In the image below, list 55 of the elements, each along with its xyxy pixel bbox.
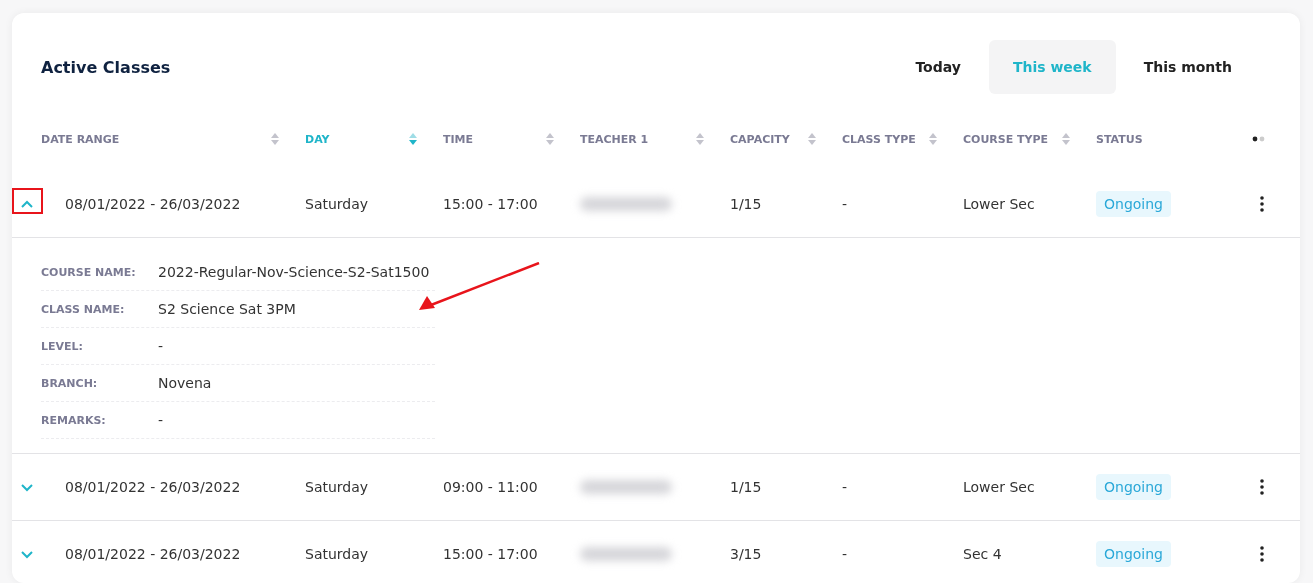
- sort-icon[interactable]: [409, 133, 417, 145]
- status-badge: Ongoing: [1096, 474, 1171, 500]
- detail-value: -: [158, 338, 165, 354]
- table-cell-text: Lower Sec: [963, 479, 1036, 495]
- detail-value: 2022-Regular-Nov-Science-S2-Sat1500: [158, 264, 431, 280]
- table-cell-text: 1/15: [730, 196, 763, 212]
- detail-label: REMARKS:: [41, 413, 107, 427]
- chevron-down-icon[interactable]: [20, 549, 33, 559]
- detail-label: CLASS NAME:: [41, 302, 126, 316]
- column-header[interactable]: DATE RANGE: [41, 132, 120, 146]
- period-tab[interactable]: This month: [1119, 40, 1256, 94]
- highlight-frame: [12, 188, 43, 214]
- sort-icon[interactable]: [271, 133, 279, 145]
- table-cell-text: Sec 4: [963, 546, 1003, 562]
- sort-icon[interactable]: [546, 133, 554, 145]
- table-cell-text: Saturday: [305, 479, 370, 495]
- table-cell-text: 08/01/2022 - 26/03/2022: [64, 479, 242, 495]
- table-cell-text: Saturday: [305, 546, 370, 562]
- table-cell-text: Saturday: [305, 196, 370, 212]
- column-header[interactable]: TEACHER 1: [580, 132, 649, 146]
- table-cell-text: 08/01/2022 - 26/03/2022: [64, 546, 242, 562]
- column-header[interactable]: DAY: [305, 132, 330, 146]
- column-header[interactable]: TIME: [443, 132, 474, 146]
- chevron-up-icon[interactable]: [20, 199, 33, 209]
- sort-icon[interactable]: [929, 133, 937, 145]
- detail-value: -: [158, 412, 165, 428]
- status-badge: Ongoing: [1096, 191, 1171, 217]
- period-tab[interactable]: Today: [891, 40, 985, 94]
- column-header[interactable]: CLASS TYPE: [842, 132, 916, 146]
- detail-label: BRANCH:: [41, 376, 99, 390]
- table-cell-text: 1/15: [730, 479, 763, 495]
- table-cell-text: 15:00 - 17:00: [443, 196, 539, 212]
- table-cell-text: -: [842, 546, 849, 562]
- table-cell-text: 08/01/2022 - 26/03/2022: [64, 196, 242, 212]
- sort-icon[interactable]: [1062, 133, 1070, 145]
- sort-icon[interactable]: [808, 133, 816, 145]
- table-cell-text: 15:00 - 17:00: [443, 546, 539, 562]
- table-cell-text: -: [842, 196, 849, 212]
- column-header[interactable]: CAPACITY: [730, 132, 790, 146]
- detail-label: LEVEL:: [41, 339, 84, 353]
- detail-label: COURSE NAME:: [41, 265, 137, 279]
- chevron-down-icon[interactable]: [20, 482, 33, 492]
- detail-value: Novena: [158, 375, 213, 391]
- table-cell-text: Lower Sec: [963, 196, 1036, 212]
- table-cell-text: 3/15: [730, 546, 763, 562]
- dots-icon[interactable]: [1252, 136, 1266, 142]
- column-header: STATUS: [1096, 132, 1143, 146]
- table-cell-text: 09:00 - 11:00: [443, 479, 539, 495]
- column-header[interactable]: COURSE TYPE: [963, 132, 1049, 146]
- card-title: Active Classes: [41, 57, 171, 77]
- table-cell-text: -: [842, 479, 849, 495]
- status-badge: Ongoing: [1096, 541, 1171, 567]
- period-tab[interactable]: This week: [988, 40, 1116, 94]
- sort-icon[interactable]: [696, 133, 704, 145]
- detail-value: S2 Science Sat 3PM: [158, 301, 297, 317]
